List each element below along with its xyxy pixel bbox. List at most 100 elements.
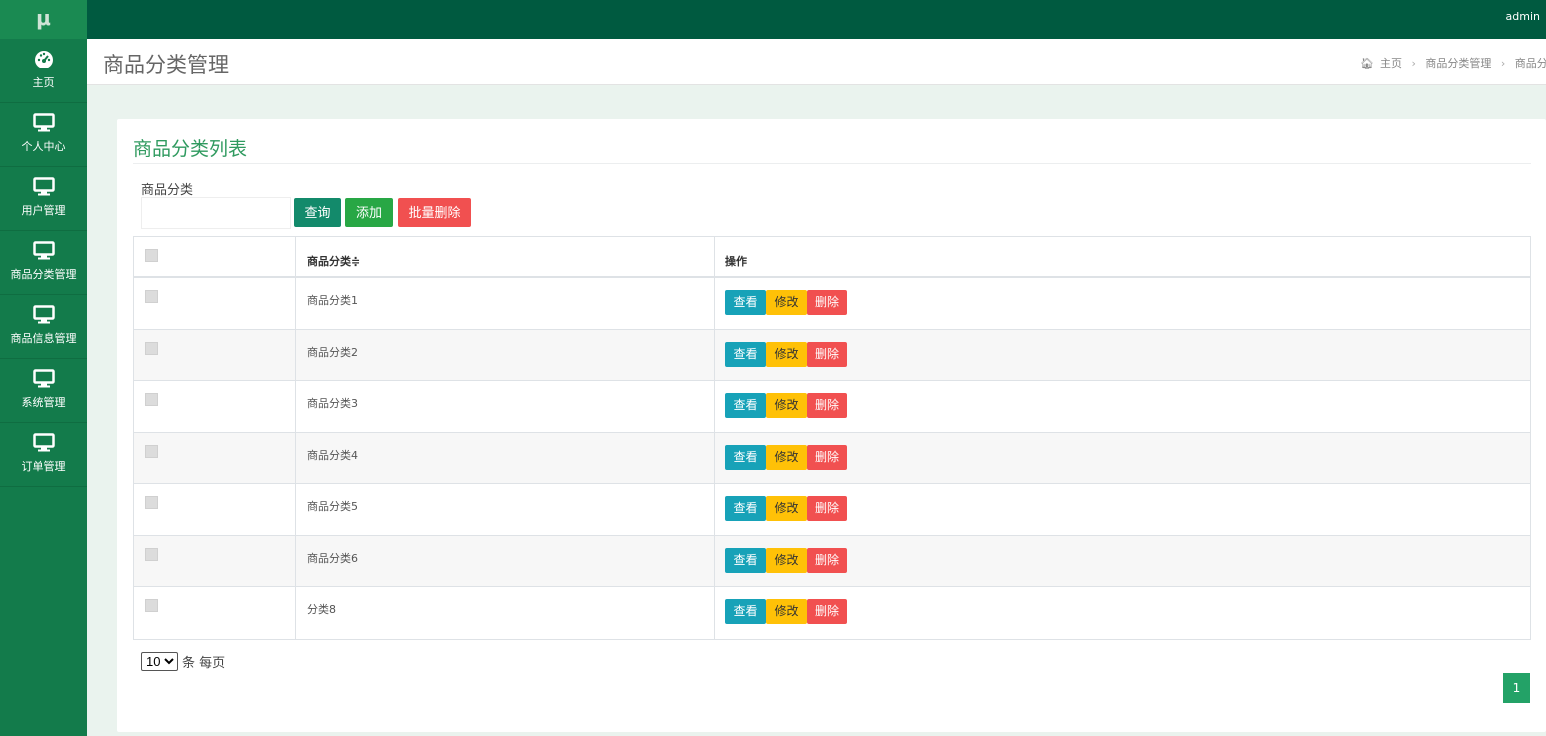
row-checkbox[interactable] — [145, 393, 158, 406]
breadcrumb: 🏠︎ 主页 › 商品分类管理 › 商品分 — [1360, 55, 1546, 71]
sort-icon[interactable]: ≑ — [351, 255, 360, 268]
row-actions-cell: 查看 修改 删除 — [715, 536, 1530, 587]
view-button[interactable]: 查看 — [725, 547, 766, 573]
add-button[interactable]: 添加 — [345, 198, 393, 227]
row-actions-cell: 查看 修改 删除 — [715, 278, 1530, 329]
sidebar: 主页 个人中心 用户管理 商品分类管理 商品信息管理 系统管理 订单管理 — [0, 39, 87, 736]
row-actions-cell: 查看 修改 删除 — [715, 484, 1530, 535]
table-header-row: 商品分类≑ 操作 — [134, 237, 1530, 278]
delete-button[interactable]: 删除 — [807, 496, 847, 521]
monitor-icon — [32, 113, 55, 132]
sidebar-item-users[interactable]: 用户管理 — [0, 167, 87, 231]
delete-button[interactable]: 删除 — [807, 599, 847, 624]
sidebar-item-categories[interactable]: 商品分类管理 — [0, 231, 87, 295]
row-select-cell — [134, 278, 296, 329]
user-menu[interactable]: admin — [1506, 10, 1540, 23]
sidebar-item-profile[interactable]: 个人中心 — [0, 103, 87, 167]
row-select-cell — [134, 329, 296, 380]
category-name-cell: 分类8 — [296, 587, 715, 639]
sidebar-item-label: 系统管理 — [21, 396, 66, 409]
sidebar-item-label: 个人中心 — [21, 140, 66, 153]
row-actions-cell: 查看 修改 删除 — [715, 381, 1530, 432]
sidebar-item-home[interactable]: 主页 — [0, 39, 87, 103]
column-header-ops: 操作 — [725, 255, 747, 268]
table-row: 商品分类3 查看 修改 删除 — [134, 381, 1530, 433]
view-button[interactable]: 查看 — [725, 444, 766, 470]
row-checkbox[interactable] — [145, 547, 158, 561]
view-button[interactable]: 查看 — [725, 496, 766, 521]
delete-button[interactable]: 删除 — [807, 341, 847, 367]
dashboard-icon — [34, 51, 53, 68]
row-select-cell — [134, 432, 296, 483]
row-actions-cell: 查看 修改 删除 — [715, 330, 1530, 381]
sidebar-item-products[interactable]: 商品信息管理 — [0, 295, 87, 359]
row-checkbox[interactable] — [145, 341, 158, 355]
sidebar-item-label: 商品信息管理 — [10, 332, 77, 345]
breadcrumb-home[interactable]: 主页 — [1380, 57, 1402, 70]
row-checkbox[interactable] — [145, 496, 158, 509]
select-all-checkbox[interactable] — [145, 249, 158, 262]
category-name-cell: 商品分类3 — [296, 381, 715, 432]
table-row: 商品分类4 查看 修改 删除 — [134, 432, 1530, 484]
page-size-suffix: 条 每页 — [182, 656, 226, 671]
column-header-category[interactable]: 商品分类≑ — [296, 237, 715, 276]
sidebar-item-label: 用户管理 — [21, 204, 66, 217]
page-title: 商品分类管理 — [103, 53, 229, 77]
edit-button[interactable]: 修改 — [766, 444, 807, 470]
row-select-cell — [134, 587, 296, 639]
chevron-right-icon: › — [1411, 57, 1416, 70]
sidebar-item-label: 商品分类管理 — [10, 268, 77, 281]
view-button[interactable]: 查看 — [725, 290, 766, 315]
divider — [133, 163, 1531, 164]
app-logo[interactable]: μ — [0, 0, 87, 39]
table-row: 商品分类6 查看 修改 删除 — [134, 535, 1530, 587]
monitor-icon — [32, 177, 55, 196]
row-checkbox[interactable] — [145, 444, 158, 458]
category-name-cell: 商品分类2 — [296, 329, 715, 380]
delete-button[interactable]: 删除 — [807, 393, 847, 418]
panel-title: 商品分类列表 — [133, 138, 248, 160]
category-table: 商品分类≑ 操作 商品分类1 查看 修改 删除 商品分类2 查看 修改 删除 商品分类3 查看 修改… — [133, 236, 1531, 640]
monitor-icon — [32, 369, 55, 388]
category-name-cell: 商品分类6 — [296, 535, 715, 586]
category-filter-input[interactable] — [141, 197, 291, 229]
chevron-right-icon: › — [1500, 57, 1506, 70]
page-header: 商品分类管理 🏠︎ 主页 › 商品分类管理 › 商品分 — [87, 39, 1546, 85]
view-button[interactable]: 查看 — [725, 341, 766, 367]
category-name-cell: 商品分类4 — [296, 432, 715, 483]
batch-delete-button[interactable]: 批量删除 — [398, 198, 471, 227]
query-button[interactable]: 查询 — [294, 198, 341, 227]
view-button[interactable]: 查看 — [725, 393, 766, 418]
monitor-icon — [32, 241, 55, 260]
edit-button[interactable]: 修改 — [766, 496, 807, 521]
edit-button[interactable]: 修改 — [766, 599, 807, 624]
edit-button[interactable]: 修改 — [766, 341, 807, 367]
row-checkbox[interactable] — [145, 599, 158, 612]
category-name-cell: 商品分类1 — [296, 278, 715, 329]
row-select-cell — [134, 484, 296, 535]
breadcrumb-level3: 商品分 — [1514, 57, 1546, 70]
delete-button[interactable]: 删除 — [807, 444, 847, 470]
monitor-icon — [32, 433, 55, 452]
edit-button[interactable]: 修改 — [766, 290, 807, 315]
sidebar-item-orders[interactable]: 订单管理 — [0, 423, 87, 487]
edit-button[interactable]: 修改 — [766, 393, 807, 418]
select-all-cell — [134, 237, 296, 276]
table-row: 商品分类2 查看 修改 删除 — [134, 329, 1530, 381]
delete-button[interactable]: 删除 — [807, 290, 847, 315]
monitor-icon — [32, 305, 55, 324]
sidebar-item-label: 主页 — [32, 76, 55, 89]
delete-button[interactable]: 删除 — [807, 547, 847, 573]
sidebar-item-label: 订单管理 — [21, 460, 66, 473]
page-size-select[interactable]: 10 — [141, 652, 178, 671]
row-select-cell — [134, 381, 296, 432]
pagination-page-1[interactable]: 1 — [1503, 673, 1530, 703]
edit-button[interactable]: 修改 — [766, 547, 807, 573]
row-checkbox[interactable] — [145, 290, 158, 303]
row-select-cell — [134, 535, 296, 586]
column-header-label: 商品分类 — [307, 255, 351, 268]
top-bar: μ admin — [0, 0, 1546, 39]
breadcrumb-level2[interactable]: 商品分类管理 — [1425, 57, 1491, 70]
sidebar-item-system[interactable]: 系统管理 — [0, 359, 87, 423]
view-button[interactable]: 查看 — [725, 599, 766, 624]
